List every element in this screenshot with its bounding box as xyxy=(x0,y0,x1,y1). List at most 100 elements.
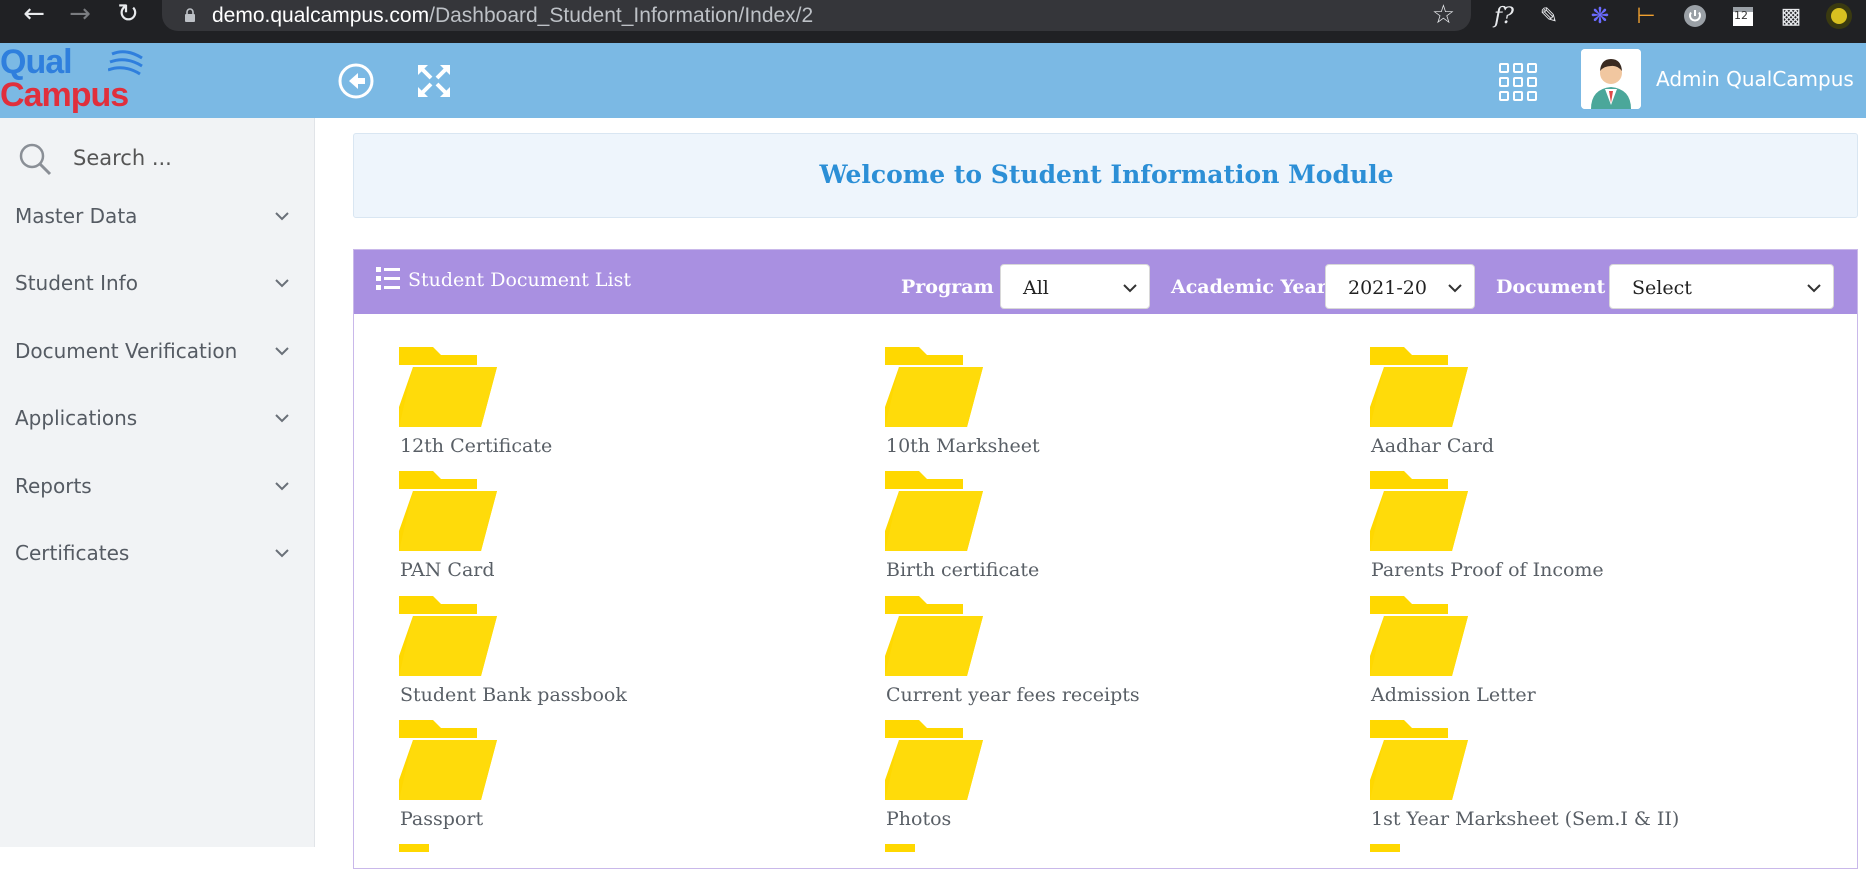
apps-grid-icon[interactable] xyxy=(1499,63,1537,101)
pen-extension-icon[interactable]: ✎ xyxy=(1535,2,1563,30)
sidebar: Master Data Student Info Document Verifi… xyxy=(0,118,315,847)
sidebar-item-label: Master Data xyxy=(15,204,138,228)
sidebar-item-label: Student Info xyxy=(15,271,138,295)
chevron-down-icon xyxy=(275,414,289,423)
chevron-down-icon xyxy=(275,549,289,558)
folder-label: PAN Card xyxy=(400,559,495,581)
sidebar-item-student-info[interactable]: Student Info xyxy=(0,261,315,305)
document-select[interactable]: Select xyxy=(1609,264,1834,309)
document-folder[interactable]: Aadhar Card xyxy=(1370,347,1810,462)
welcome-banner: Welcome to Student Information Module xyxy=(353,133,1858,218)
sidebar-item-certificates[interactable]: Certificates xyxy=(0,531,315,575)
folder-icon[interactable] xyxy=(399,844,429,852)
folder-icon xyxy=(885,347,983,427)
folder-icon xyxy=(1370,471,1468,551)
document-folder[interactable]: Passport xyxy=(399,720,839,835)
browser-toolbar: ← → ↻ demo.qualcampus.com/Dashboard_Stud… xyxy=(0,0,1866,43)
fullscreen-expand-icon[interactable] xyxy=(414,61,454,101)
sidebar-item-document-verification[interactable]: Document Verification xyxy=(0,329,315,373)
folder-label: 12th Certificate xyxy=(400,435,553,457)
folder-icon xyxy=(399,720,497,800)
document-folder[interactable]: Parents Proof of Income xyxy=(1370,471,1810,586)
folder-icon xyxy=(885,596,983,676)
folder-icon xyxy=(885,720,983,800)
folder-label: Student Bank passbook xyxy=(400,684,627,706)
folder-label: Photos xyxy=(886,808,952,830)
folder-label: 1st Year Marksheet (Sem.I & II) xyxy=(1371,808,1680,830)
chevron-down-icon xyxy=(275,212,289,221)
calendar-extension-icon[interactable]: 12 xyxy=(1729,2,1757,30)
panel-header: Student Document List Program All Academ… xyxy=(354,250,1857,314)
folder-label: Passport xyxy=(400,808,484,830)
folder-icon xyxy=(1370,347,1468,427)
chevron-down-icon xyxy=(275,279,289,288)
back-circle-icon[interactable] xyxy=(336,61,376,101)
folder-icon xyxy=(399,471,497,551)
avatar[interactable] xyxy=(1581,49,1641,109)
bookmark-star-icon[interactable]: ☆ xyxy=(1432,2,1455,29)
folder-label: 10th Marksheet xyxy=(886,435,1040,457)
document-folder[interactable]: Current year fees receipts xyxy=(885,596,1325,711)
puzzle-extensions-icon[interactable]: ▩ xyxy=(1777,2,1805,30)
list-icon xyxy=(376,267,400,290)
folder-label: Current year fees receipts xyxy=(886,684,1140,706)
folder-icon xyxy=(399,596,497,676)
folder-icon[interactable] xyxy=(885,844,915,852)
sidebar-item-label: Certificates xyxy=(15,541,130,565)
document-folder[interactable]: 12th Certificate xyxy=(399,347,839,462)
folder-label: Admission Letter xyxy=(1371,684,1536,706)
address-bar[interactable]: demo.qualcampus.com/Dashboard_Student_In… xyxy=(162,0,1471,31)
folder-icon xyxy=(885,471,983,551)
main-content: Welcome to Student Information Module St… xyxy=(316,118,1866,869)
document-folder[interactable]: Photos xyxy=(885,720,1325,835)
user-name[interactable]: Admin QualCampus xyxy=(1656,67,1854,91)
document-folder[interactable]: 10th Marksheet xyxy=(885,347,1325,462)
sidebar-item-label: Applications xyxy=(15,406,138,430)
sparkle-extension-icon[interactable]: ❋ xyxy=(1586,2,1614,30)
document-label: Document xyxy=(1496,276,1606,298)
welcome-title: Welcome to Student Information Module xyxy=(819,160,1394,189)
chevron-down-icon xyxy=(1123,284,1137,293)
reload-icon[interactable]: ↻ xyxy=(111,0,145,29)
document-folder[interactable]: PAN Card xyxy=(399,471,839,586)
logo-waves-icon xyxy=(108,50,143,76)
folder-icon xyxy=(1370,720,1468,800)
folder-icon[interactable] xyxy=(1370,844,1400,852)
lock-icon xyxy=(185,8,195,22)
folder-label: Birth certificate xyxy=(886,559,1040,581)
formula-extension-icon[interactable]: f? xyxy=(1490,2,1518,30)
program-label: Program xyxy=(901,276,994,298)
chevron-down-icon xyxy=(1807,284,1821,293)
chevron-down-icon xyxy=(275,347,289,356)
panel-title: Student Document List xyxy=(408,269,632,291)
sidebar-item-master-data[interactable]: Master Data xyxy=(0,194,315,238)
document-folder[interactable]: Admission Letter xyxy=(1370,596,1810,711)
app-header: Qual Campus Admin QualCampus xyxy=(0,43,1866,118)
sidebar-item-label: Reports xyxy=(15,474,92,498)
program-select[interactable]: All xyxy=(1000,264,1150,309)
profile-avatar-icon[interactable] xyxy=(1825,2,1853,30)
academic-year-select[interactable]: 2021-20 xyxy=(1325,264,1475,309)
folder-icon xyxy=(1370,596,1468,676)
academic-year-label: Academic Year xyxy=(1171,276,1327,298)
back-arrow-icon[interactable]: ← xyxy=(17,0,51,29)
sidebar-item-applications[interactable]: Applications xyxy=(0,396,315,440)
document-folder[interactable]: Birth certificate xyxy=(885,471,1325,586)
forward-arrow-icon[interactable]: → xyxy=(63,0,97,29)
search-input[interactable] xyxy=(73,140,293,176)
chevron-down-icon xyxy=(275,482,289,491)
folder-label: Parents Proof of Income xyxy=(1371,559,1604,581)
folder-icon xyxy=(399,347,497,427)
document-folder[interactable]: 1st Year Marksheet (Sem.I & II) xyxy=(1370,720,1810,835)
url-text: demo.qualcampus.com/Dashboard_Student_In… xyxy=(212,4,814,27)
ruler-extension-icon[interactable]: ⊢ xyxy=(1632,2,1660,30)
search-icon xyxy=(19,143,52,176)
power-extension-icon[interactable] xyxy=(1681,2,1709,30)
sidebar-search xyxy=(18,140,298,176)
sidebar-item-reports[interactable]: Reports xyxy=(0,464,315,508)
qualcampus-logo[interactable]: Qual Campus xyxy=(0,43,150,118)
folder-label: Aadhar Card xyxy=(1371,435,1495,457)
chevron-down-icon xyxy=(1448,284,1462,293)
sidebar-item-label: Document Verification xyxy=(15,339,238,363)
document-folder[interactable]: Student Bank passbook xyxy=(399,596,839,711)
